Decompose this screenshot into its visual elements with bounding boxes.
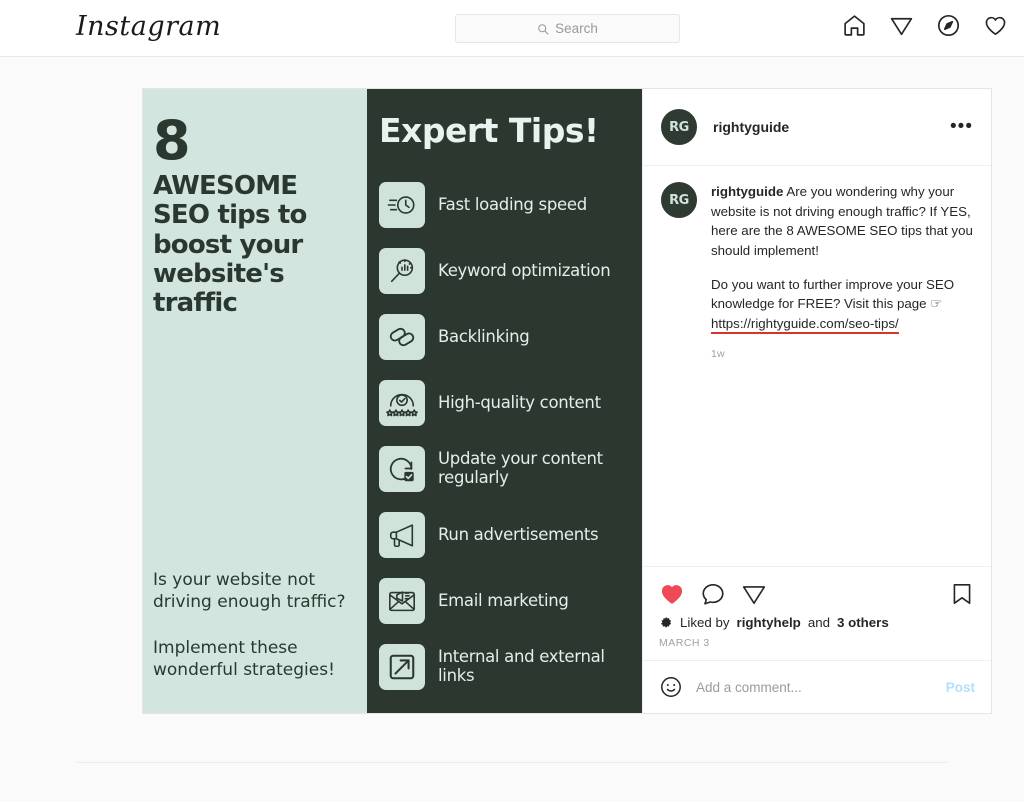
infographic-question: Is your website not driving enough traff…	[153, 569, 346, 612]
liked-by-prefix: Liked by	[680, 615, 730, 630]
liked-by-middle: and	[807, 615, 830, 630]
post-actions: Liked by rightyhelp and 3 others MARCH 3	[643, 566, 991, 660]
smiley-icon[interactable]	[659, 675, 683, 699]
post-header: RG rightyguide •••	[643, 89, 991, 166]
infographic-tips-panel: Expert Tips! Fast loading speed Keyword …	[367, 89, 642, 713]
comment-bubble-icon[interactable]	[700, 581, 726, 607]
comment-input[interactable]	[696, 679, 933, 695]
tip-label: Fast loading speed	[438, 194, 587, 214]
caption-timestamp: 1w	[711, 347, 725, 360]
tip-row: Run advertisements	[379, 502, 642, 568]
magnifier-chart-icon	[379, 248, 425, 294]
search-placeholder: Search	[555, 21, 598, 36]
tip-row: Backlinking	[379, 304, 642, 370]
search-input[interactable]: Search	[455, 14, 680, 43]
post-caption-area: RG rightyguide Are you wondering why you…	[643, 166, 991, 566]
check-stars-icon	[379, 380, 425, 426]
tip-row: Internal and external links	[379, 634, 642, 700]
megaphone-icon	[379, 512, 425, 558]
caption-username[interactable]: rightyguide	[711, 184, 783, 199]
post-side-panel: RG rightyguide ••• RG rightyguide Are yo…	[642, 89, 991, 713]
infographic-cta: Implement these wonderful strategies!	[153, 637, 335, 680]
paper-plane-icon[interactable]	[889, 13, 914, 38]
tip-label: High-quality content	[438, 392, 601, 412]
infographic-number: 8	[153, 109, 191, 172]
navbar: Instagram Search	[0, 0, 1024, 57]
page-divider	[76, 762, 948, 763]
tip-row: Keyword optimization	[379, 238, 642, 304]
external-link-icon	[379, 644, 425, 690]
action-icon-row	[659, 577, 975, 611]
envelope-megaphone-icon	[379, 578, 425, 624]
caption-text-2: Do you want to further improve your SEO …	[711, 276, 955, 312]
tip-label: Email marketing	[438, 590, 569, 610]
tip-row: Fast loading speed	[379, 172, 642, 238]
caption-link[interactable]: https://rightyguide.com/seo-tips/	[711, 316, 899, 335]
caption-paragraph-1: rightyguide Are you wondering why your w…	[711, 182, 975, 261]
tip-label: Run advertisements	[438, 524, 599, 544]
liked-by-others[interactable]: 3 others	[837, 615, 889, 630]
avatar[interactable]: RG	[661, 109, 697, 145]
instagram-post: 8 AWESOME SEO tips to boost your website…	[142, 88, 992, 714]
more-options-button[interactable]: •••	[950, 117, 977, 136]
avatar[interactable]: RG	[661, 182, 697, 218]
liked-by-row: Liked by rightyhelp and 3 others	[659, 615, 975, 630]
add-comment-bar: Post	[643, 660, 991, 713]
tip-label: Backlinking	[438, 326, 530, 346]
search-icon	[538, 23, 549, 35]
expert-tips-title: Expert Tips!	[379, 111, 599, 150]
gear-icon	[660, 616, 672, 628]
caption-paragraph-2: Do you want to further improve your SEO …	[711, 275, 975, 335]
tip-label: Update your content regularly	[438, 449, 603, 487]
infographic-headline: AWESOME SEO tips to boost your website's…	[153, 171, 307, 318]
instagram-logo[interactable]: Instagram	[76, 11, 221, 42]
nav-icon-group	[842, 13, 1008, 38]
chain-link-icon	[379, 314, 425, 360]
caption-row: RG rightyguide Are you wondering why you…	[661, 182, 975, 360]
tip-label: Keyword optimization	[438, 260, 611, 280]
post-media[interactable]: 8 AWESOME SEO tips to boost your website…	[143, 89, 642, 713]
infographic-mint-panel: 8 AWESOME SEO tips to boost your website…	[143, 89, 367, 713]
post-comment-button[interactable]: Post	[946, 680, 975, 695]
heart-outline-icon[interactable]	[983, 13, 1008, 38]
pointer-emoji-icon: ☞	[930, 296, 943, 312]
bookmark-icon[interactable]	[949, 581, 975, 607]
speed-clock-icon	[379, 182, 425, 228]
tip-row: Email marketing	[379, 568, 642, 634]
tip-row: High-quality content	[379, 370, 642, 436]
tip-label: Internal and external links	[438, 647, 605, 685]
compass-icon[interactable]	[936, 13, 961, 38]
tip-row: Update your content regularly	[379, 436, 642, 502]
heart-filled-icon[interactable]	[659, 581, 685, 607]
post-username[interactable]: rightyguide	[713, 119, 950, 135]
refresh-check-icon	[379, 446, 425, 492]
home-icon[interactable]	[842, 13, 867, 38]
paper-plane-icon[interactable]	[741, 581, 767, 607]
post-date: MARCH 3	[659, 637, 710, 649]
liked-by-username[interactable]: rightyhelp	[737, 615, 801, 630]
